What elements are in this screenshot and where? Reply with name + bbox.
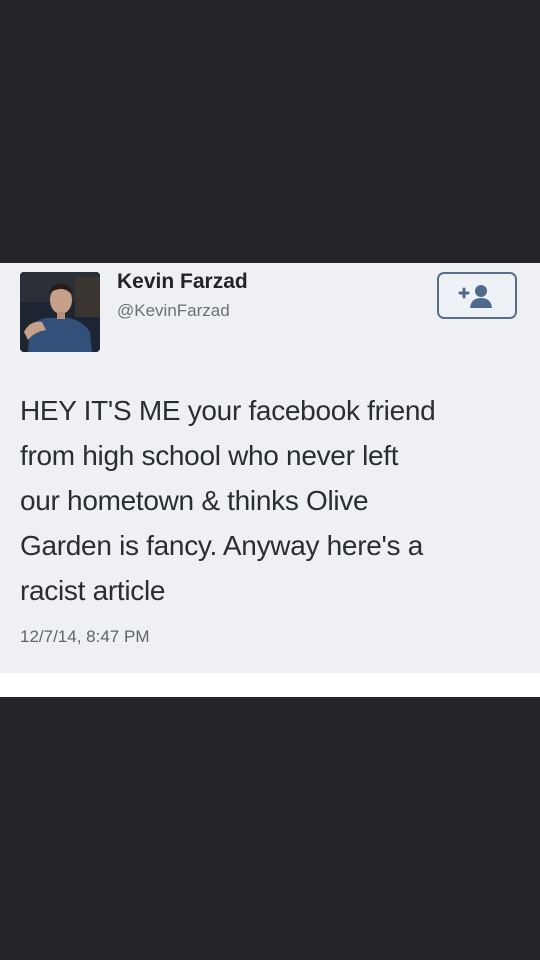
tweet-text-line: racist article bbox=[20, 575, 166, 606]
tweet-text-line: our hometown & thinks Olive bbox=[20, 485, 369, 516]
follow-button[interactable] bbox=[437, 272, 517, 319]
add-user-icon bbox=[458, 284, 492, 308]
author-name[interactable]: Kevin Farzad bbox=[117, 270, 248, 294]
avatar-photo bbox=[20, 272, 100, 352]
tweet-text-line: Garden is fancy. Anyway here's a bbox=[20, 530, 423, 561]
tweet-text-line: from high school who never left bbox=[20, 440, 399, 471]
tweet-card: Kevin Farzad @KevinFarzad HEY IT'S ME yo… bbox=[0, 263, 540, 697]
avatar[interactable] bbox=[20, 272, 100, 352]
author-handle[interactable]: @KevinFarzad bbox=[117, 301, 230, 321]
bottom-dark-area bbox=[0, 697, 540, 960]
tweet-timestamp[interactable]: 12/7/14, 8:47 PM bbox=[20, 627, 149, 647]
top-dark-area bbox=[0, 0, 540, 263]
tweet-text-line: HEY IT'S ME your facebook friend bbox=[20, 395, 436, 426]
tweet-text: HEY IT'S ME your facebook friend from hi… bbox=[20, 388, 525, 613]
card-bottom-strip bbox=[0, 673, 540, 697]
